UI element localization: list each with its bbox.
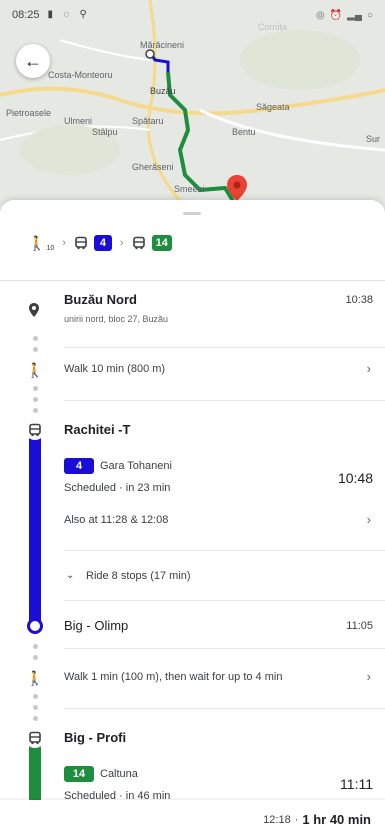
walk-step-1-text: Walk 10 min (800 m): [64, 363, 166, 375]
line-badge-14: 14: [64, 766, 94, 782]
alarm-icon: ⏰: [329, 9, 343, 21]
map-label-buzau: Buzău: [150, 86, 176, 96]
board-2-time: 11:11: [340, 776, 373, 792]
trip-footer: 12:18 · 1 hr 40 min: [0, 800, 385, 839]
board-1-also-at-text: Also at 11:28 & 12:08: [64, 514, 169, 526]
bus-icon: [29, 423, 41, 437]
gps-icon: ◎: [315, 9, 325, 21]
board-stop-marker-1: [25, 420, 45, 440]
board-1-time: 10:48: [337, 470, 373, 486]
bus-icon: [75, 236, 87, 250]
map-label-spataru: Spătaru: [132, 116, 164, 126]
map-label-cornita: Cornița: [258, 22, 288, 32]
back-button[interactable]: ←: [16, 44, 50, 78]
chevron-down-icon: ⌄: [66, 570, 75, 581]
bus-icon: [29, 731, 41, 745]
destination-pin-icon[interactable]: [226, 174, 248, 202]
origin-time: 10:38: [345, 294, 373, 306]
path-dot: [33, 705, 38, 710]
place-pin-icon: [29, 303, 39, 317]
map-label-gheraseni: Gherăseni: [132, 162, 174, 172]
row-divider: [64, 400, 385, 401]
walk-step-2-text: Walk 1 min (100 m), then wait for up to …: [64, 671, 283, 683]
path-dot: [33, 386, 38, 391]
map-view[interactable]: 08:25 ▮ ◌ ⚲ ◎ ⏰ ▂▄ ○ ← Mărăcineni Costa-…: [0, 0, 385, 212]
path-dot: [33, 408, 38, 413]
row-divider: [64, 347, 385, 348]
map-label-stalpu: Stâlpu: [92, 127, 118, 137]
board-1-line-chip: 4 Gara Tohaneni: [64, 458, 172, 474]
path-dot: [33, 347, 38, 352]
row-divider: [64, 600, 385, 601]
status-bar: 08:25 ▮ ◌ ⚲ ◎ ⏰ ▂▄ ○: [0, 0, 385, 30]
map-label-smeeni: Smeeni: [174, 184, 205, 194]
route-summary[interactable]: 🚶 10 › 4 › 14: [28, 230, 172, 256]
arrival-time: 12:18: [263, 813, 291, 826]
chevron-right-icon: ›: [366, 512, 371, 527]
walk-summary-minutes: 10: [46, 244, 55, 252]
origin-address: unirii nord, bloc 27, Buzău: [64, 314, 169, 324]
walk-icon: 🚶: [26, 670, 44, 686]
board-stop-marker-2: [25, 728, 45, 748]
map-label-monteoru: Costa-Monteoru: [48, 70, 113, 80]
map-canvas: [0, 0, 385, 212]
line-badge-4: 4: [64, 458, 94, 474]
line-badge-4: 4: [93, 235, 112, 251]
board-1-schedule: Scheduled · in 23 min: [64, 482, 171, 494]
battery-icon: ○: [366, 9, 373, 21]
route-segment-line-4: [29, 426, 41, 624]
chevron-right-icon: ›: [62, 237, 66, 249]
map-label-pietroasele: Pietroasele: [6, 108, 52, 118]
chevron-right-icon: ›: [119, 237, 124, 249]
walk-icon: 🚶: [26, 362, 44, 378]
path-dot: [33, 336, 38, 341]
alight-1-stop-name: Big - Olimp: [64, 618, 129, 633]
bus-icon: [132, 236, 145, 250]
whatsapp-icon: ◌: [63, 9, 70, 20]
alight-stop-marker-1: [27, 618, 43, 634]
directions-sheet[interactable]: 🚶 10 › 4 › 14 Buzău Nord unirii nord, bl…: [0, 200, 385, 839]
trip-duration: 1 hr 40 min: [302, 812, 371, 827]
map-label-sageata: Săgeata: [256, 102, 290, 112]
location-icon: ⚲: [79, 9, 87, 20]
board-2-line-chip: 14 Caltuna: [64, 766, 138, 782]
footer-separator: ·: [294, 813, 299, 826]
summary-divider: [0, 280, 385, 281]
map-label-sur: Sur: [366, 134, 381, 144]
map-label-maracineni: Mărăcineni: [140, 40, 185, 50]
line-badge-14: 14: [151, 235, 172, 251]
signal-icon: ▂▄: [347, 9, 362, 21]
walk-summary: 🚶 10: [28, 235, 54, 252]
arrow-left-icon: ←: [24, 50, 42, 71]
row-divider: [64, 550, 385, 551]
status-time: 08:25: [12, 9, 40, 21]
row-divider: [64, 708, 385, 709]
map-label-bentu: Bentu: [232, 127, 256, 137]
path-dot: [33, 397, 38, 402]
battery-saver-icon: ▮: [47, 9, 54, 20]
status-right-icons: ◎ ⏰ ▂▄ ○: [316, 10, 373, 21]
sheet-drag-handle[interactable]: [183, 212, 201, 215]
board-2-headsign: Caltuna: [100, 768, 138, 780]
origin-name: Buzău Nord: [64, 292, 137, 307]
ride-stops-text: Ride 8 stops (17 min): [86, 570, 191, 582]
board-1-headsign: Gara Tohaneni: [100, 460, 172, 472]
alight-1-time: 11:05: [346, 620, 373, 632]
path-dot: [33, 655, 38, 660]
chevron-right-icon: ›: [366, 669, 371, 684]
board-2-stop-name: Big - Profi: [64, 730, 127, 745]
row-divider: [64, 648, 385, 649]
walk-icon: 🚶: [28, 234, 46, 251]
board-1-stop-name: Rachitei -T: [64, 422, 131, 437]
path-dot: [33, 716, 38, 721]
path-dot: [33, 694, 38, 699]
map-label-ulmeni: Ulmeni: [64, 116, 93, 126]
path-dot: [33, 644, 38, 649]
chevron-right-icon: ›: [366, 361, 371, 376]
